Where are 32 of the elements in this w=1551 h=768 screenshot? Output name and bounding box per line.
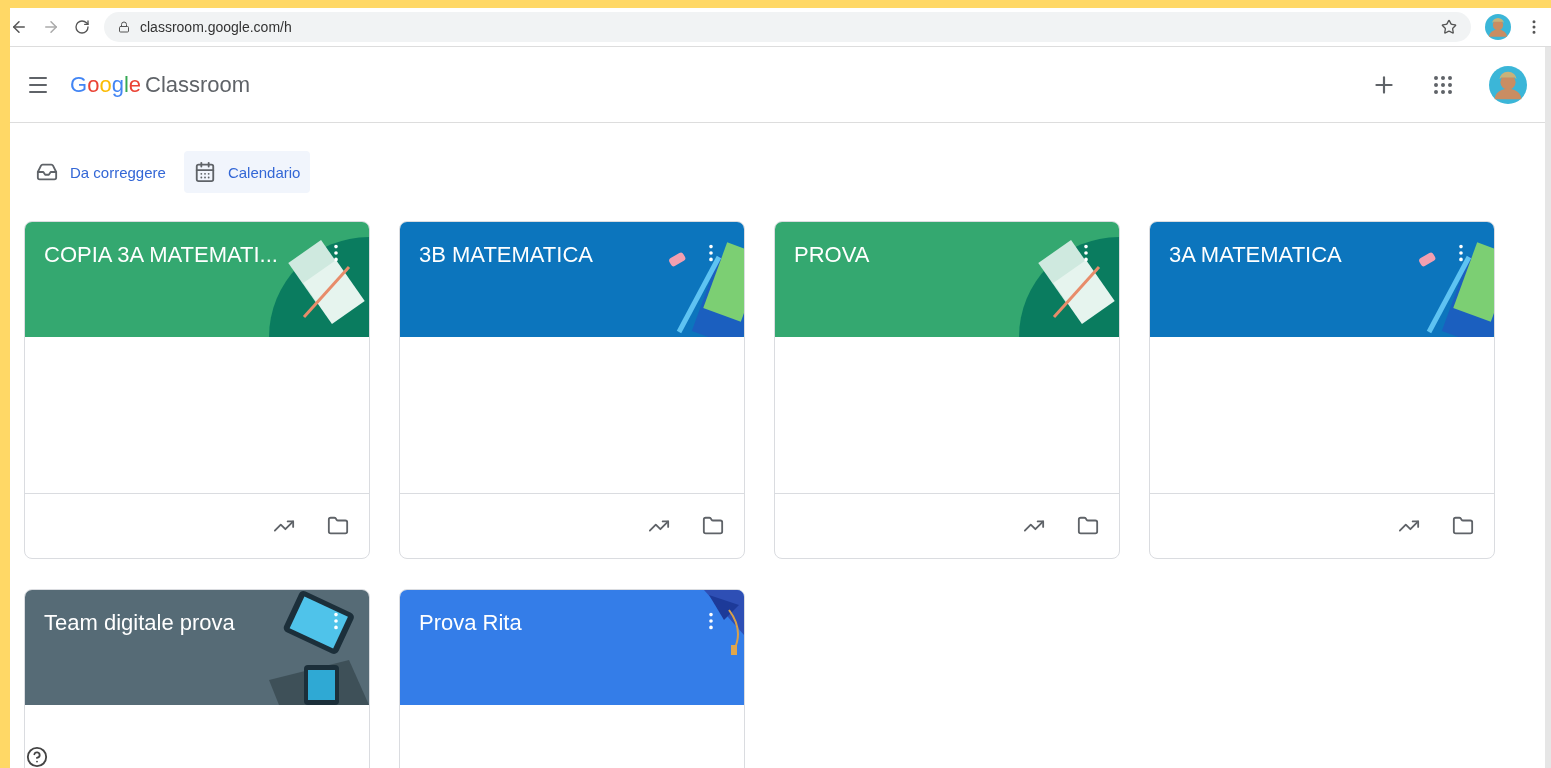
folder-icon[interactable] xyxy=(327,515,349,537)
avatar-icon[interactable] xyxy=(1489,65,1527,104)
avatar-icon[interactable] xyxy=(1485,14,1511,40)
app-title: Classroom xyxy=(145,71,251,98)
back-icon[interactable] xyxy=(10,18,28,36)
class-title[interactable]: 3B MATEMATICA xyxy=(419,242,593,268)
address-bar[interactable]: classroom.google.com/h xyxy=(104,12,1471,42)
class-card[interactable]: 3A MATEMATICA xyxy=(1149,221,1495,559)
folder-icon[interactable] xyxy=(1077,515,1099,537)
class-card[interactable]: Prova Rita xyxy=(399,589,745,768)
class-title[interactable]: Prova Rita xyxy=(419,610,522,636)
class-card[interactable]: PROVA xyxy=(774,221,1120,559)
google-logo: Google xyxy=(70,71,141,98)
class-title[interactable]: COPIA 3A MATEMATI... xyxy=(44,242,278,268)
assignment-icon xyxy=(36,161,58,183)
nav-chip[interactable]: Calendario xyxy=(183,151,311,193)
illustration-drawing xyxy=(704,590,744,655)
class-card[interactable]: COPIA 3A MATEMATI... xyxy=(24,221,370,559)
class-card[interactable]: 3B MATEMATICA xyxy=(399,221,745,559)
url-text: classroom.google.com/h xyxy=(140,19,293,35)
lock-icon xyxy=(118,21,130,33)
star-icon[interactable] xyxy=(1441,19,1457,35)
class-title[interactable]: PROVA xyxy=(794,242,870,268)
help-icon[interactable] xyxy=(26,746,48,768)
reload-icon[interactable] xyxy=(74,19,90,35)
class-title[interactable]: 3A MATEMATICA xyxy=(1169,242,1342,268)
nav-chip[interactable]: Da correggere xyxy=(26,151,176,193)
calendar-icon xyxy=(193,161,216,183)
folder-icon[interactable] xyxy=(702,515,724,537)
folder-icon[interactable] xyxy=(1452,515,1474,537)
class-card[interactable]: Team digitale prova xyxy=(24,589,370,768)
class-title[interactable]: Team digitale prova xyxy=(44,610,235,636)
